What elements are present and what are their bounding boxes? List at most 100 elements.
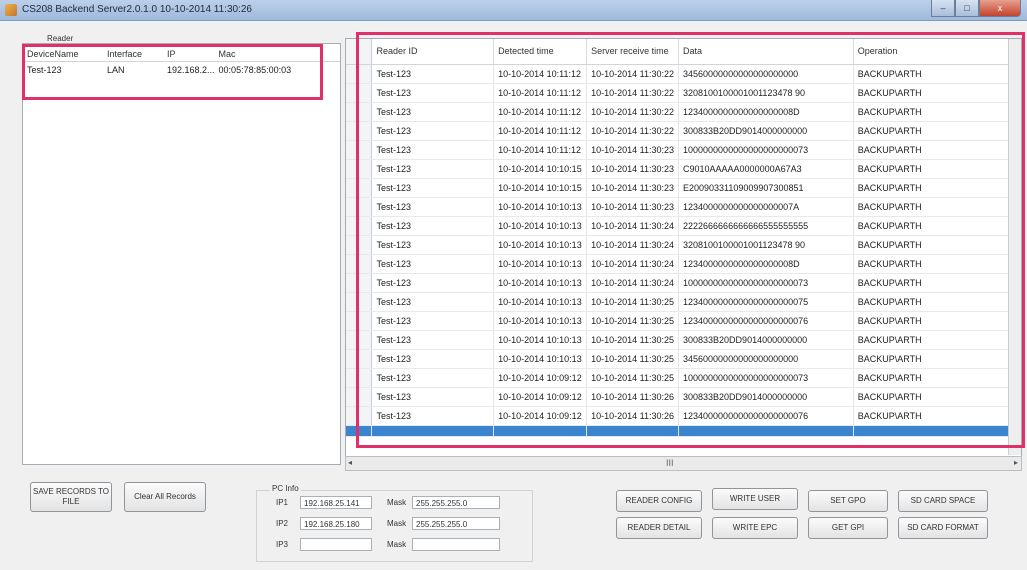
row-header[interactable] <box>346 197 373 217</box>
save-records-button[interactable]: SAVE RECORDS TO FILE <box>30 482 112 512</box>
column-header-reader-id[interactable]: Reader ID <box>371 39 495 65</box>
ip3-field[interactable] <box>300 538 372 551</box>
clear-all-records-button[interactable]: Clear All Records <box>124 482 206 512</box>
column-header-ip[interactable]: IP <box>163 44 215 62</box>
reader-detail-button[interactable]: READER DETAIL <box>616 517 702 539</box>
table-row[interactable]: Test-123 10-10-2014 10:11:12 10-10-2014 11… <box>346 102 1021 122</box>
row-header[interactable] <box>346 159 373 179</box>
reader-id-cell: Test-123 <box>371 159 495 179</box>
get-gpi-button[interactable]: GET GPI <box>808 517 888 539</box>
column-header-server-receive-time[interactable]: Server receive time <box>586 39 680 65</box>
operation-cell: BACKUP\ARTH <box>853 64 1021 84</box>
row-header[interactable] <box>346 368 373 388</box>
set-gpo-button[interactable]: SET GPO <box>808 490 888 512</box>
mask2-field[interactable]: 255.255.255.0 <box>412 517 500 530</box>
data-cell: 1000000000000000000000073 <box>678 368 854 388</box>
table-row[interactable]: Test-123 10-10-2014 10:09:12 10-10-2014 11… <box>346 368 1021 388</box>
row-header[interactable] <box>346 387 373 407</box>
table-row[interactable]: Test-123 10-10-2014 10:09:12 10-10-2014 11… <box>346 406 1021 426</box>
detected-time-cell: 10-10-2014 10:10:13 <box>493 273 588 293</box>
reader-config-button[interactable]: READER CONFIG <box>616 490 702 512</box>
mask3-label: Mask <box>387 540 407 549</box>
row-header[interactable] <box>346 216 373 236</box>
table-row[interactable]: Test-123 10-10-2014 10:10:13 10-10-2014 11… <box>346 254 1021 274</box>
column-header-operation[interactable]: Operation <box>853 39 1021 65</box>
row-header[interactable] <box>346 311 373 331</box>
scroll-right-icon[interactable]: ▸ <box>1014 458 1018 467</box>
table-row[interactable]: Test-123 10-10-2014 10:10:13 10-10-2014 11… <box>346 273 1021 293</box>
table-row[interactable]: Test-123 10-10-2014 10:11:12 10-10-2014 11… <box>346 140 1021 160</box>
operation-cell: BACKUP\ARTH <box>853 216 1021 236</box>
column-header-detected-time[interactable]: Detected time <box>493 39 588 65</box>
row-header[interactable] <box>346 102 373 122</box>
table-row[interactable]: Test-123 10-10-2014 10:10:13 10-10-2014 11… <box>346 235 1021 255</box>
row-header[interactable] <box>346 64 373 84</box>
data-cell: 34560000000000000000000 <box>678 349 854 369</box>
operation-cell: BACKUP\ARTH <box>853 254 1021 274</box>
row-header[interactable] <box>346 83 373 103</box>
sd-card-space-button[interactable]: SD CARD SPACE <box>898 490 988 512</box>
row-header[interactable] <box>346 406 373 426</box>
data-cell: 1234000000000000000008D <box>678 254 854 274</box>
table-row[interactable]: Test-123 10-10-2014 10:10:13 10-10-2014 11… <box>346 311 1021 331</box>
reader-list[interactable]: DeviceName Interface IP Mac Test-123 LAN… <box>22 43 341 465</box>
row-header[interactable] <box>346 178 373 198</box>
write-user-button[interactable]: WRITE USER <box>712 488 798 510</box>
detected-time-cell: 10-10-2014 10:11:12 <box>493 102 588 122</box>
table-row[interactable]: Test-123 10-10-2014 10:10:13 10-10-2014 11… <box>346 216 1021 236</box>
mask3-field[interactable] <box>412 538 500 551</box>
app-icon <box>5 4 17 16</box>
close-button[interactable]: x <box>979 0 1021 17</box>
reader-row[interactable]: Test-123 LAN 192.168.2... 00:05:78:85:00… <box>23 62 340 78</box>
sd-card-format-button[interactable]: SD CARD FORMAT <box>898 517 988 539</box>
data-cell: 1000000000000000000000073 <box>678 273 854 293</box>
column-header-mac[interactable]: Mac <box>214 44 340 62</box>
table-row[interactable]: Test-123 10-10-2014 10:10:13 10-10-2014 11… <box>346 349 1021 369</box>
server-receive-time-cell: 10-10-2014 11:30:23 <box>586 178 680 198</box>
selected-row[interactable] <box>346 425 1021 437</box>
vertical-scrollbar[interactable] <box>1008 39 1021 455</box>
minimize-button[interactable]: – <box>931 0 955 17</box>
operation-cell: BACKUP\ARTH <box>853 292 1021 312</box>
operation-cell: BACKUP\ARTH <box>853 121 1021 141</box>
table-row[interactable]: Test-123 10-10-2014 10:10:15 10-10-2014 11… <box>346 178 1021 198</box>
ip2-field[interactable]: 192.168.25.180 <box>300 517 372 530</box>
ip2-label: IP2 <box>276 519 289 528</box>
scroll-left-icon[interactable]: ◂ <box>348 458 352 467</box>
detected-time-cell: 10-10-2014 10:10:13 <box>493 330 588 350</box>
column-header-devicename[interactable]: DeviceName <box>23 44 103 62</box>
table-row[interactable]: Test-123 10-10-2014 10:11:12 10-10-2014 11… <box>346 64 1021 84</box>
row-header[interactable] <box>346 273 373 293</box>
table-row[interactable]: Test-123 10-10-2014 10:10:15 10-10-2014 11… <box>346 159 1021 179</box>
table-row[interactable]: Test-123 10-10-2014 10:10:13 10-10-2014 11… <box>346 330 1021 350</box>
row-header[interactable] <box>346 330 373 350</box>
ip1-field[interactable]: 192.168.25.141 <box>300 496 372 509</box>
mask1-field[interactable]: 255.255.255.0 <box>412 496 500 509</box>
table-row[interactable]: Test-123 10-10-2014 10:10:13 10-10-2014 11… <box>346 292 1021 312</box>
row-header[interactable] <box>346 349 373 369</box>
horizontal-scrollbar[interactable]: ◂ III ▸ <box>345 456 1022 471</box>
table-row[interactable]: Test-123 10-10-2014 10:11:12 10-10-2014 11… <box>346 121 1021 141</box>
operation-cell: BACKUP\ARTH <box>853 197 1021 217</box>
table-row[interactable]: Test-123 10-10-2014 10:11:12 10-10-2014 11… <box>346 83 1021 103</box>
row-header[interactable] <box>346 254 373 274</box>
reader-id-cell: Test-123 <box>371 387 495 407</box>
detected-time-cell: 10-10-2014 10:10:13 <box>493 292 588 312</box>
row-header[interactable] <box>346 140 373 160</box>
table-row[interactable]: Test-123 10-10-2014 10:10:13 10-10-2014 11… <box>346 197 1021 217</box>
reader-id-cell: Test-123 <box>371 368 495 388</box>
maximize-button[interactable]: □ <box>955 0 979 17</box>
row-header[interactable] <box>346 292 373 312</box>
reader-mac: 00:05:78:85:00:03 <box>218 65 292 75</box>
reader-id-cell: Test-123 <box>371 140 495 160</box>
row-header[interactable] <box>346 235 373 255</box>
operation-cell: BACKUP\ARTH <box>853 311 1021 331</box>
row-header[interactable] <box>346 121 373 141</box>
detected-time-cell: 10-10-2014 10:11:12 <box>493 83 588 103</box>
column-header-data[interactable]: Data <box>678 39 854 65</box>
column-header-interface[interactable]: Interface <box>103 44 163 62</box>
table-row[interactable]: Test-123 10-10-2014 10:09:12 10-10-2014 11… <box>346 387 1021 407</box>
data-cell: 2222666666666666555555555 <box>678 216 854 236</box>
write-epc-button[interactable]: WRITE EPC <box>712 517 798 539</box>
records-grid[interactable]: Reader ID Detected time Server receive t… <box>345 38 1022 458</box>
